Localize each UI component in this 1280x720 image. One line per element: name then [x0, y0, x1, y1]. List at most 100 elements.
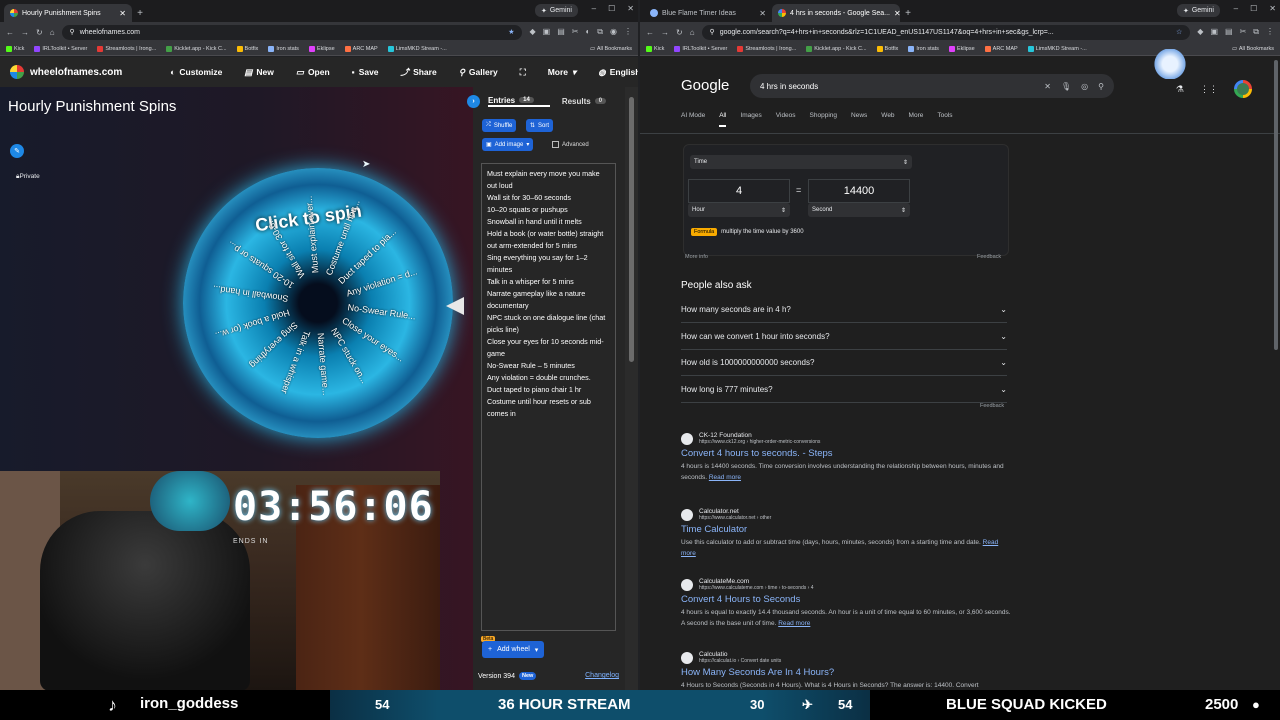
entries-textarea[interactable]: Must explain every move you make out lou…	[481, 163, 616, 631]
from-unit-select[interactable]: Hour ⇕	[688, 203, 790, 217]
extension-icon[interactable]: ▣	[543, 27, 551, 37]
bookmark-star-icon[interactable]: ☆	[1176, 28, 1182, 36]
tab-blue-flame[interactable]: Blue Flame Timer Ideas ✕	[644, 4, 772, 22]
save-button[interactable]: ▪ Save	[352, 66, 379, 78]
tab-google[interactable]: 4 hrs in seconds - Google Sea... ✕	[772, 4, 900, 22]
mic-icon[interactable]: 🎙︎	[1061, 82, 1071, 91]
site-info-icon[interactable]: ⚲	[710, 28, 715, 36]
spin-wheel[interactable]: Click to spin Must explain ever... Costum…	[183, 168, 453, 438]
tab-images[interactable]: Images	[740, 112, 761, 127]
bookmark-item[interactable]: Kicklet.app - Kick C...	[166, 45, 227, 52]
tab-web[interactable]: Web	[881, 112, 894, 127]
result-title-link[interactable]: Time Calculator	[681, 524, 1011, 535]
tab-results[interactable]: Results 0	[550, 97, 607, 106]
tab-entries[interactable]: Entries 14	[488, 96, 550, 107]
fullscreen-icon[interactable]: ⛶	[520, 66, 526, 78]
extension-icon[interactable]: ✂	[1240, 27, 1247, 37]
open-button[interactable]: ▭ Open	[296, 66, 330, 78]
bookmark-item[interactable]: Botfix	[236, 45, 258, 52]
customize-button[interactable]: ◐ Customize	[170, 66, 222, 78]
question-item[interactable]: How long is 777 minutes? ⌄	[681, 377, 1007, 403]
tab-wheel[interactable]: Hourly Punishment Spins ✕	[4, 4, 132, 22]
home-icon[interactable]: ⌂	[50, 28, 55, 37]
address-bar[interactable]: ⚲ google.com/search?q=4+hrs+in+seconds&r…	[701, 24, 1191, 40]
bookmark-item[interactable]: Kick	[6, 45, 24, 52]
camera-icon[interactable]: ◎	[1081, 82, 1088, 91]
forward-icon[interactable]: →	[21, 28, 29, 37]
maximize-icon[interactable]: ☐	[1250, 4, 1257, 13]
extension-icon[interactable]: ◐	[585, 27, 590, 37]
address-bar[interactable]: ⚲ wheelofnames.com ★	[61, 24, 523, 40]
gemini-button[interactable]: ✦ Gemini	[1176, 4, 1220, 17]
question-item[interactable]: How many seconds are in 4 h? ⌄	[681, 297, 1007, 323]
close-tab-icon[interactable]: ✕	[119, 9, 126, 18]
feedback-link[interactable]: Feedback	[980, 403, 1004, 409]
tab-tools[interactable]: Tools	[937, 112, 952, 127]
bookmark-item[interactable]: Eklipse	[948, 45, 975, 52]
new-button[interactable]: ▤ New	[244, 66, 274, 78]
result-source[interactable]: Calculatio https://calculat.io › Convert …	[681, 651, 1011, 664]
scrollbar-thumb[interactable]	[629, 97, 634, 362]
bookmark-item[interactable]: Kick	[646, 45, 664, 52]
scrollbar[interactable]	[1274, 60, 1278, 350]
bookmark-star-icon[interactable]: ★	[508, 28, 514, 36]
to-unit-select[interactable]: Second ⇕	[808, 203, 910, 217]
apps-grid-icon[interactable]: ⋮⋮	[1200, 84, 1218, 95]
google-logo[interactable]: Google	[681, 77, 729, 94]
close-tab-icon[interactable]: ✕	[894, 9, 900, 18]
avatar[interactable]: ◉	[610, 27, 617, 37]
from-value-input[interactable]: 4	[688, 179, 790, 203]
changelog-link[interactable]: Changelog	[585, 672, 619, 679]
gallery-button[interactable]: ⚲ Gallery	[459, 66, 498, 78]
home-icon[interactable]: ⌂	[690, 28, 695, 37]
bookmark-item[interactable]: ARC MAP	[984, 45, 1018, 52]
read-more-link[interactable]: Read more	[709, 474, 741, 481]
bookmark-item[interactable]: Botfix	[876, 45, 898, 52]
bookmark-item[interactable]: LimsMKD Stream -...	[1027, 45, 1087, 52]
result-source[interactable]: CK-12 Foundation https://www.ck12.org › h…	[681, 432, 1011, 445]
result-source[interactable]: CalculateMe.com https://www.calculateme.c…	[681, 578, 1011, 591]
all-bookmarks[interactable]: ▭ All Bookmarks	[590, 46, 632, 52]
share-button[interactable]: ⤴ Share	[401, 66, 437, 78]
read-more-link[interactable]: Read more	[778, 620, 810, 627]
minimize-icon[interactable]: –	[1234, 4, 1238, 13]
tab-shopping[interactable]: Shopping	[810, 112, 837, 127]
extension-icon[interactable]: ◆	[529, 27, 535, 37]
close-window-icon[interactable]: ✕	[1269, 4, 1276, 13]
site-info-icon[interactable]: ⚲	[70, 28, 75, 36]
puzzle-icon[interactable]: ⧉	[597, 27, 603, 37]
tab-videos[interactable]: Videos	[776, 112, 796, 127]
shuffle-button[interactable]: ⤮ Shuffle	[482, 119, 517, 132]
result-title-link[interactable]: How Many Seconds Are In 4 Hours?	[681, 667, 1011, 678]
tab-news[interactable]: News	[851, 112, 867, 127]
all-bookmarks[interactable]: ▭ All Bookmarks	[1232, 46, 1274, 52]
clear-icon[interactable]: ✕	[1044, 82, 1051, 91]
extension-icon[interactable]: ▤	[557, 27, 565, 37]
sort-button[interactable]: ⇅ Sort	[526, 119, 554, 132]
maximize-icon[interactable]: ☐	[608, 4, 615, 13]
bookmark-item[interactable]: Streamloots | Irong...	[737, 45, 796, 52]
search-icon[interactable]: ⚲	[1098, 82, 1104, 91]
gemini-button[interactable]: ✦ Gemini	[534, 4, 578, 17]
forward-icon[interactable]: →	[661, 28, 669, 37]
question-item[interactable]: How old is 1000000000000 seconds? ⌄	[681, 350, 1007, 376]
extension-icon[interactable]: ✂	[572, 27, 579, 37]
question-item[interactable]: How can we convert 1 hour into seconds? ⌄	[681, 324, 1007, 350]
labs-icon[interactable]: ⚗	[1176, 84, 1184, 95]
add-wheel-button[interactable]: + Add wheel ▾	[482, 641, 545, 658]
bookmark-item[interactable]: ARC MAP	[344, 45, 378, 52]
category-select[interactable]: Time ⇕	[690, 155, 912, 169]
language-selector[interactable]: ◍ English	[598, 66, 638, 78]
result-title-link[interactable]: Convert 4 hours to seconds. - Steps	[681, 448, 1011, 459]
minimize-icon[interactable]: –	[592, 4, 596, 13]
close-window-icon[interactable]: ✕	[627, 4, 634, 13]
result-source[interactable]: Calculator.net https://www.calculator.net…	[681, 508, 1011, 521]
edit-title-button[interactable]: ✎	[10, 144, 24, 158]
menu-icon[interactable]: ⋮	[1266, 27, 1274, 37]
back-icon[interactable]: ←	[646, 28, 654, 37]
puzzle-icon[interactable]: ⧉	[1253, 27, 1259, 37]
tab-all[interactable]: All	[719, 112, 727, 127]
new-tab-icon[interactable]: +	[132, 4, 148, 22]
more-info-link[interactable]: More info	[685, 254, 708, 260]
feedback-link[interactable]: Feedback	[977, 254, 1001, 260]
